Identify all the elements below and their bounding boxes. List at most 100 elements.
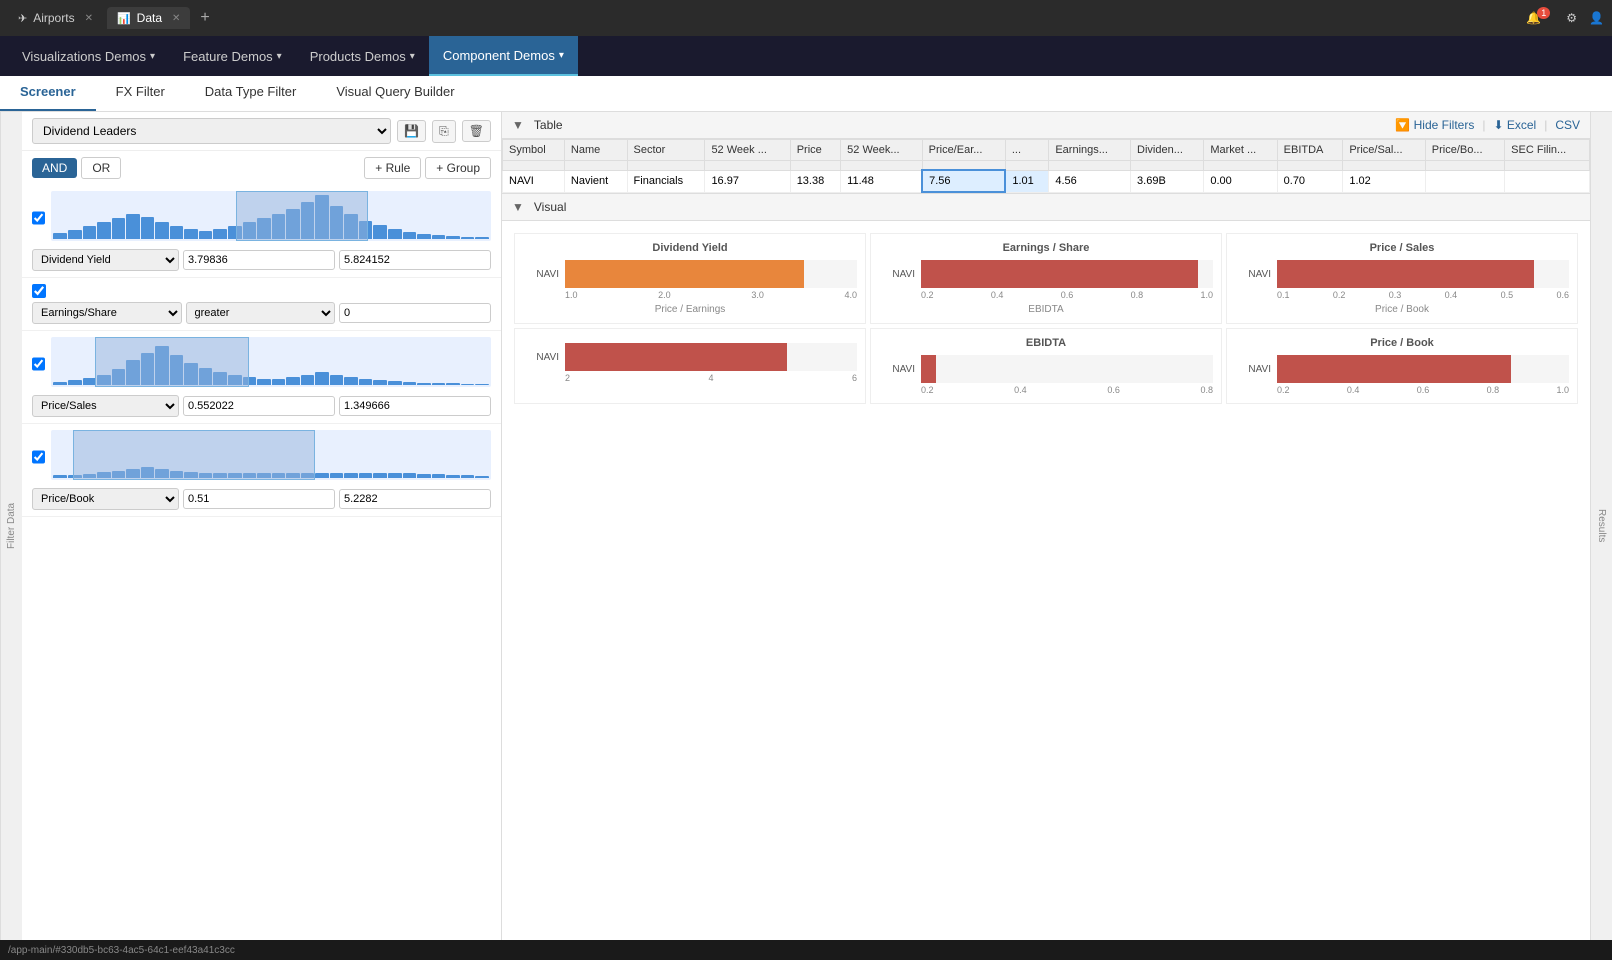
chart-4-bars: NAVI — [523, 343, 857, 371]
chart-3-bar-label: NAVI — [1235, 269, 1271, 280]
filter-row-1-max[interactable] — [339, 250, 491, 270]
cell-symbol: NAVI — [503, 170, 565, 192]
filter-row-1-field[interactable]: Dividend Yield — [32, 249, 179, 271]
cell-earnings: 4.56 — [1049, 170, 1131, 192]
cell-extra: 1.01 — [1005, 170, 1049, 192]
subnav-data-type-filter[interactable]: Data Type Filter — [185, 76, 317, 111]
col-price[interactable]: Price — [790, 140, 840, 161]
cell-price-sal: 1.02 — [1343, 170, 1425, 192]
nav-products[interactable]: Products Demos ▾ — [296, 36, 429, 76]
chart-price-sales: Price / Sales NAVI 0.1 0.2 0.3 0 — [1226, 233, 1578, 324]
and-button[interactable]: AND — [32, 158, 77, 178]
chart-5-bar-label: NAVI — [879, 364, 915, 375]
col-sector[interactable]: Sector — [627, 140, 705, 161]
col-name[interactable]: Name — [564, 140, 627, 161]
subnav-fx-filter[interactable]: FX Filter — [96, 76, 185, 111]
nav-visualizations-label: Visualizations Demos — [22, 49, 146, 64]
hist-bar — [432, 235, 446, 239]
filter-row-4-max[interactable] — [339, 489, 491, 509]
filter-rows-container: Dividend Yield Earnings/Share — [22, 185, 501, 940]
filter-copy-btn[interactable]: ⎘ — [432, 120, 456, 143]
nav-visualizations[interactable]: Visualizations Demos ▾ — [8, 36, 169, 76]
chart-5-bar-fill — [921, 355, 936, 383]
tab-data[interactable]: 📊 Data ✕ — [107, 7, 190, 29]
chart-price-book: Price / Book NAVI 0.2 0.4 0.6 0. — [1226, 328, 1578, 404]
filter-row-3-min[interactable] — [183, 396, 335, 416]
data-table: Symbol Name Sector 52 Week ... Price 52 … — [502, 139, 1590, 193]
nav-component-arrow: ▾ — [559, 50, 564, 61]
filter-row-2-field[interactable]: Earnings/Share — [32, 302, 182, 324]
chart-3-axis: 0.1 0.2 0.3 0.4 0.5 0.6 — [1235, 290, 1569, 300]
col-sec[interactable]: SEC Filin... — [1505, 140, 1590, 161]
chart-3-bar-fill — [1277, 260, 1534, 288]
filter-row-4-field[interactable]: Price/Book — [32, 488, 179, 510]
chart-3-xlabel: Price / Book — [1235, 304, 1569, 315]
status-url: /app-main/#330db5-bc63-4ac5-64c1-eef43a4… — [8, 945, 235, 956]
col-symbol[interactable]: Symbol — [503, 140, 565, 161]
filter-row-4-checkbox[interactable] — [32, 450, 45, 464]
left-panel: Dividend Leaders 💾 ⎘ 🗑 AND OR + Rule + G… — [22, 112, 502, 940]
csv-btn[interactable]: CSV — [1555, 118, 1580, 132]
subnav-visual-query[interactable]: Visual Query Builder — [316, 76, 474, 111]
filter-row-1-min[interactable] — [183, 250, 335, 270]
chart-1-axis: 1.0 2.0 3.0 4.0 — [523, 290, 857, 300]
hist-bar — [417, 234, 431, 239]
table-row[interactable]: NAVI Navient Financials 16.97 13.38 11.4… — [503, 170, 1590, 192]
settings-button[interactable]: ⚙ — [1566, 11, 1577, 25]
chart-price-earnings: NAVI 2 4 6 — [514, 328, 866, 404]
filter-save-btn[interactable]: 💾 — [397, 120, 426, 142]
hist-bar — [461, 237, 475, 239]
filter-data-label: Filter Data — [0, 112, 22, 940]
hide-filters-btn[interactable]: 🔽 Hide Filters — [1395, 118, 1474, 132]
chart-6-axis: 0.2 0.4 0.6 0.8 1.0 — [1235, 385, 1569, 395]
visual-section: ▼ Visual Dividend Yield NAVI — [502, 194, 1590, 940]
filter-row-4-min[interactable] — [183, 489, 335, 509]
filter-row-3-checkbox[interactable] — [32, 357, 45, 371]
col-dividen[interactable]: Dividen... — [1131, 140, 1204, 161]
hist-bar — [97, 222, 111, 239]
filter-preset-select[interactable]: Dividend Leaders — [32, 118, 391, 144]
hist-bar — [53, 233, 67, 239]
nav-feature[interactable]: Feature Demos ▾ — [169, 36, 296, 76]
subnav-screener[interactable]: Screener — [0, 76, 96, 111]
filter-row-2-min[interactable] — [339, 303, 491, 323]
col-extra[interactable]: ... — [1005, 140, 1049, 161]
col-52week[interactable]: 52 Week ... — [705, 140, 790, 161]
col-price-bo[interactable]: Price/Bo... — [1425, 140, 1504, 161]
col-market[interactable]: Market ... — [1204, 140, 1277, 161]
col-price-ear[interactable]: Price/Ear... — [922, 140, 1005, 161]
chart-1-bar-label: NAVI — [523, 269, 559, 280]
cell-52weekb: 11.48 — [841, 170, 922, 192]
hist-bar — [68, 230, 82, 239]
col-price-sal[interactable]: Price/Sal... — [1343, 140, 1425, 161]
filter-delete-btn[interactable]: 🗑 — [462, 120, 491, 142]
new-tab-button[interactable]: + — [194, 9, 215, 27]
filter-row-2-checkbox[interactable] — [32, 284, 46, 298]
cell-price: 13.38 — [790, 170, 840, 192]
hist-bar — [126, 214, 140, 239]
chart-1-bars: NAVI — [523, 260, 857, 288]
nav-component[interactable]: Component Demos ▾ — [429, 36, 578, 76]
tab-data-close[interactable]: ✕ — [172, 13, 180, 24]
tab-airports-close[interactable]: ✕ — [85, 13, 93, 24]
filter-header: Dividend Leaders 💾 ⎘ 🗑 — [22, 112, 501, 151]
tab-airports[interactable]: ✈ Airports ✕ — [8, 7, 103, 29]
filter-row-1-checkbox[interactable] — [32, 211, 45, 225]
or-button[interactable]: OR — [81, 157, 121, 179]
chart-6-bar-fill — [1277, 355, 1511, 383]
excel-btn[interactable]: ⬇ Excel — [1493, 118, 1536, 132]
notifications-button[interactable]: 🔔1 — [1526, 11, 1554, 25]
filter-row-3-field[interactable]: Price/Sales — [32, 395, 179, 417]
add-rule-button[interactable]: + Rule — [364, 157, 421, 179]
col-ebitda[interactable]: EBITDA — [1277, 140, 1343, 161]
col-52weekb[interactable]: 52 Week... — [841, 140, 922, 161]
filter-row-2-operator[interactable]: greater — [186, 302, 336, 324]
user-button[interactable]: 👤 — [1589, 11, 1604, 25]
table-collapse-btn[interactable]: ▼ — [512, 118, 524, 132]
col-earnings[interactable]: Earnings... — [1049, 140, 1131, 161]
filter-row-3-max[interactable] — [339, 396, 491, 416]
cell-ebitda: 0.70 — [1277, 170, 1343, 192]
add-group-button[interactable]: + Group — [425, 157, 491, 179]
visual-collapse-btn[interactable]: ▼ — [512, 200, 524, 214]
hist-bar — [155, 222, 169, 239]
